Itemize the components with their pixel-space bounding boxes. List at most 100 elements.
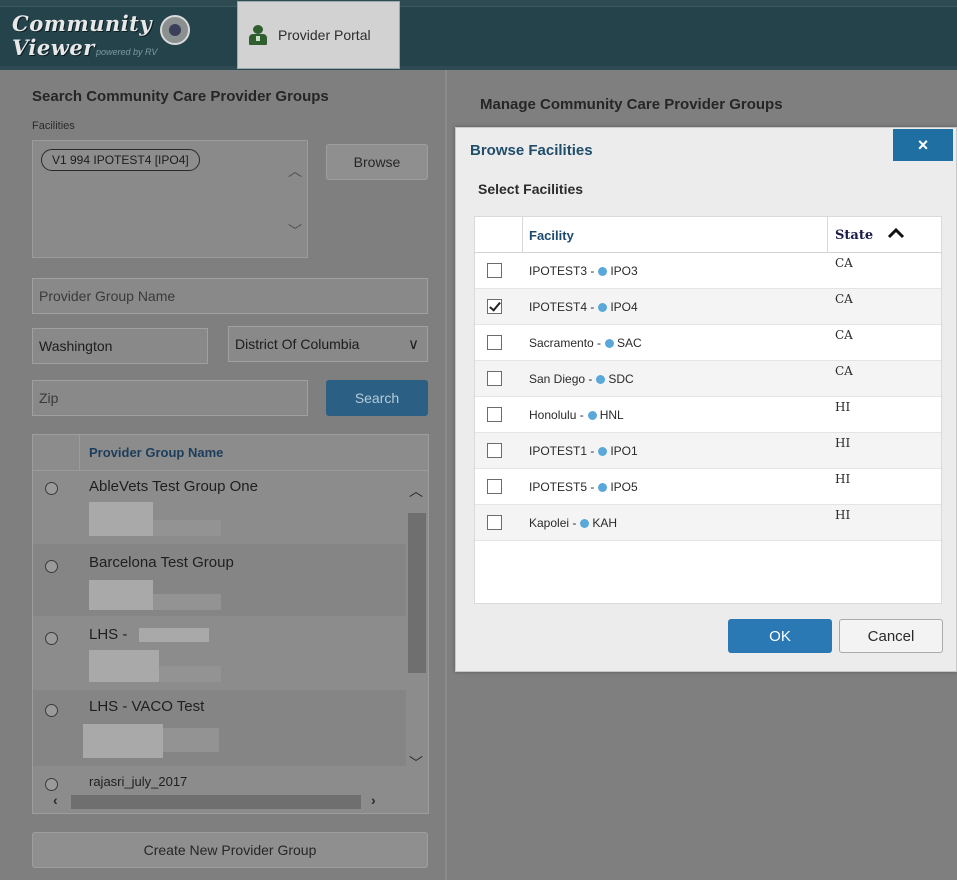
facility-state: HI bbox=[835, 436, 851, 450]
redacted-block bbox=[163, 728, 219, 752]
facility-row[interactable]: San Diego - SDC CA bbox=[475, 361, 941, 397]
row-radio[interactable] bbox=[45, 482, 58, 495]
facilities-table: Facility State IPOTEST3 - IPO3 CA IPOTEST4… bbox=[474, 216, 942, 604]
close-icon[interactable]: × bbox=[893, 129, 953, 161]
va-seal-icon bbox=[160, 15, 190, 45]
facility-row[interactable]: IPOTEST4 - IPO4 CA bbox=[475, 289, 941, 325]
facility-row[interactable]: IPOTEST1 - IPO1 HI bbox=[475, 433, 941, 469]
state-select[interactable]: District Of Columbia ∨ bbox=[228, 326, 428, 362]
manage-panel-title: Manage Community Care Provider Groups bbox=[480, 96, 783, 113]
facility-checkbox[interactable] bbox=[487, 407, 502, 422]
facility-row[interactable]: IPOTEST3 - IPO3 CA bbox=[475, 253, 941, 289]
facility-state: HI bbox=[835, 400, 851, 414]
grid-horizontal-scrollbar[interactable]: ‹ › bbox=[33, 791, 428, 813]
selected-facilities-list[interactable]: V1 994 IPOTEST4 [IPO4] ︿ ﹀ bbox=[32, 140, 308, 258]
row-radio[interactable] bbox=[45, 560, 58, 573]
facility-row[interactable]: Honolulu - HNL HI bbox=[475, 397, 941, 433]
facility-name: IPOTEST5 - IPO5 bbox=[529, 480, 638, 494]
ok-button[interactable]: OK bbox=[728, 619, 832, 653]
table-row[interactable]: LHS - VACO Test bbox=[33, 690, 408, 766]
search-panel-title: Search Community Care Provider Groups bbox=[32, 88, 329, 105]
chevron-right-icon[interactable]: › bbox=[371, 792, 376, 808]
redacted-block bbox=[83, 724, 163, 758]
scroll-thumb[interactable] bbox=[408, 513, 426, 673]
grid-vertical-scrollbar[interactable]: ︿ ﹀ bbox=[406, 471, 428, 791]
search-button[interactable]: Search bbox=[326, 380, 428, 416]
grid-header-provider-group-name[interactable]: Provider Group Name bbox=[89, 445, 223, 460]
facility-state: HI bbox=[835, 472, 851, 486]
panel-divider bbox=[445, 70, 447, 880]
row-radio[interactable] bbox=[45, 704, 58, 717]
group-name: LHS - VACO Test bbox=[89, 698, 205, 715]
chevron-up-icon[interactable]: ︿ bbox=[409, 481, 423, 501]
facility-name: IPOTEST4 - IPO4 bbox=[529, 300, 638, 314]
logo-powered-by: powered by RV bbox=[96, 47, 158, 57]
redacted-block bbox=[153, 520, 221, 536]
redacted-block bbox=[89, 502, 153, 536]
facility-state: HI bbox=[835, 508, 851, 522]
facility-chip[interactable]: V1 994 IPOTEST4 [IPO4] bbox=[41, 149, 200, 171]
top-bar: Community Viewer powered by RV Provider … bbox=[0, 0, 957, 70]
state-select-value: District Of Columbia bbox=[235, 336, 360, 352]
facility-checkbox[interactable] bbox=[487, 515, 502, 530]
app-header: Community Viewer powered by RV Provider … bbox=[0, 1, 957, 69]
scroll-thumb[interactable] bbox=[71, 795, 361, 809]
facility-checkbox[interactable] bbox=[487, 263, 502, 278]
facility-name: Kapolei - KAH bbox=[529, 516, 617, 530]
redacted-block bbox=[153, 594, 221, 610]
facility-label: IPOTEST4 - bbox=[529, 300, 595, 314]
redacted-block bbox=[89, 580, 153, 610]
facility-name: IPOTEST1 - IPO1 bbox=[529, 444, 638, 458]
facility-checkbox[interactable] bbox=[487, 299, 502, 314]
tab-provider-portal[interactable]: Provider Portal bbox=[237, 1, 400, 69]
chevron-down-icon[interactable]: ﹀ bbox=[288, 221, 302, 241]
chevron-left-icon[interactable]: ‹ bbox=[53, 792, 58, 808]
facility-name: San Diego - SDC bbox=[529, 372, 634, 386]
row-radio[interactable] bbox=[45, 632, 58, 645]
row-radio[interactable] bbox=[45, 778, 58, 791]
facility-checkbox[interactable] bbox=[487, 443, 502, 458]
browse-button[interactable]: Browse bbox=[326, 144, 428, 180]
status-dot-icon bbox=[598, 482, 608, 492]
community-viewer-logo[interactable]: Community Viewer powered by RV bbox=[12, 9, 234, 65]
facility-name: IPOTEST3 - IPO3 bbox=[529, 264, 638, 278]
sort-ascending-icon bbox=[887, 227, 905, 239]
facility-row[interactable]: Sacramento - SAC CA bbox=[475, 325, 941, 361]
status-dot-icon bbox=[598, 302, 608, 312]
city-input[interactable]: Washington bbox=[32, 328, 208, 364]
status-dot-icon bbox=[596, 374, 606, 384]
zip-input[interactable]: Zip bbox=[32, 380, 308, 416]
table-row[interactable]: LHS - bbox=[33, 616, 408, 690]
facility-code: SAC bbox=[617, 336, 642, 350]
header-select-column bbox=[475, 217, 523, 253]
facility-name: Sacramento - SAC bbox=[529, 336, 642, 350]
status-dot-icon bbox=[605, 338, 615, 348]
chevron-up-icon[interactable]: ︿ bbox=[288, 161, 302, 181]
provider-group-name-input[interactable]: Provider Group Name bbox=[32, 278, 428, 314]
table-row[interactable]: Barcelona Test Group bbox=[33, 544, 408, 616]
status-dot-icon bbox=[598, 266, 608, 276]
group-name: rajasri_july_2017 bbox=[89, 774, 188, 789]
header-facility[interactable]: Facility bbox=[523, 217, 828, 253]
facility-row[interactable]: IPOTEST5 - IPO5 HI bbox=[475, 469, 941, 505]
facility-checkbox[interactable] bbox=[487, 371, 502, 386]
chevron-down-icon[interactable]: ﹀ bbox=[409, 753, 423, 773]
facility-code: IPO3 bbox=[610, 264, 638, 278]
facility-checkbox[interactable] bbox=[487, 335, 502, 350]
create-provider-group-button[interactable]: Create New Provider Group bbox=[32, 832, 428, 868]
cancel-button[interactable]: Cancel bbox=[839, 619, 943, 653]
dialog-title: Browse Facilities bbox=[470, 142, 593, 159]
facility-row[interactable]: Kapolei - KAH HI bbox=[475, 505, 941, 541]
chevron-down-icon: ∨ bbox=[408, 336, 419, 353]
facility-name: Honolulu - HNL bbox=[529, 408, 624, 422]
facility-label: IPOTEST5 - bbox=[529, 480, 595, 494]
group-name: LHS - bbox=[89, 626, 128, 643]
browse-facilities-dialog: Browse Facilities × Select Facilities Fa… bbox=[455, 127, 957, 672]
dialog-subtitle: Select Facilities bbox=[478, 181, 584, 197]
status-dot-icon bbox=[580, 518, 590, 528]
facility-checkbox[interactable] bbox=[487, 479, 502, 494]
provider-groups-grid: Provider Group Name AbleVets Test Group … bbox=[32, 434, 429, 814]
header-state[interactable]: State bbox=[828, 217, 941, 253]
facility-label: Sacramento - bbox=[529, 336, 602, 350]
table-row[interactable]: AbleVets Test Group One bbox=[33, 472, 408, 544]
